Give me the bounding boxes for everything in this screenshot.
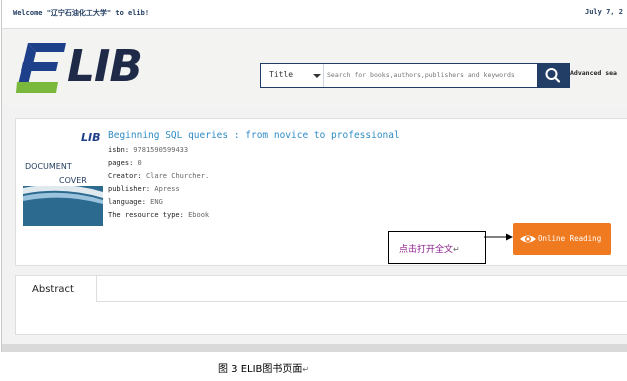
- eye-icon: [520, 235, 536, 243]
- meta-value: Apress: [154, 185, 180, 193]
- header: LIB Title Advanced sea: [2, 29, 627, 107]
- chevron-down-icon: [313, 74, 321, 78]
- search-button[interactable]: [537, 64, 569, 87]
- meta-creator: Creator: Clare Churcher.: [108, 172, 209, 180]
- book-card: LIB DOCUMENT COVER Beginning SQL queries…: [15, 118, 627, 266]
- top-bar: Welcome "辽宁石油化工大学" to elib! July 7, 2: [2, 0, 627, 29]
- meta-label: The resource type:: [108, 211, 184, 219]
- meta-pages: pages: 0: [108, 159, 142, 167]
- tab-divider: [96, 301, 627, 302]
- meta-label: language:: [108, 198, 146, 206]
- search-bar: Title: [260, 63, 570, 88]
- meta-label: Creator:: [108, 172, 142, 180]
- meta-isbn: isbn: 9781590599433: [108, 146, 188, 154]
- callout-label: 点击打开全文: [399, 245, 454, 255]
- welcome-text: Welcome "辽宁石油化工大学" to elib!: [13, 9, 150, 17]
- search-type-label: Title: [269, 70, 294, 79]
- advanced-search-link[interactable]: Advanced sea: [570, 69, 617, 77]
- search-icon: [545, 68, 561, 83]
- book-title-link[interactable]: Beginning SQL queries : from novice to p…: [108, 130, 400, 141]
- meta-value: 9781590599433: [133, 146, 189, 154]
- callout-arrow: [484, 233, 513, 241]
- meta-value: Ebook: [188, 211, 210, 219]
- book-cover-image[interactable]: LIB DOCUMENT COVER: [23, 130, 103, 226]
- caption-text: 图 3 ELIB图书页面: [218, 364, 303, 375]
- figure-caption: 图 3 ELIB图书页面↵: [218, 360, 309, 375]
- browser-page: Welcome "辽宁石油化工大学" to elib! July 7, 2 LI…: [1, 0, 627, 352]
- logo-e-mark: [16, 43, 66, 93]
- meta-publisher: publisher: Apress: [108, 185, 180, 193]
- cover-line-1: DOCUMENT: [25, 162, 72, 171]
- meta-resource-type: The resource type: Ebook: [108, 211, 209, 219]
- online-reading-button[interactable]: Online Reading: [513, 223, 611, 255]
- tab-abstract[interactable]: Abstract: [16, 276, 97, 302]
- logo-text: LIB: [67, 41, 143, 92]
- meta-language: language: ENG: [108, 198, 163, 206]
- meta-value: Clare Churcher.: [145, 172, 210, 180]
- annotation-callout: 点击打开全文↵: [388, 231, 486, 264]
- bottom-scroll-strip: [2, 344, 627, 352]
- meta-value: 0: [137, 159, 142, 167]
- meta-value: ENG: [150, 198, 163, 206]
- search-input[interactable]: [327, 66, 532, 84]
- meta-label: publisher:: [108, 185, 151, 193]
- tab-label: Abstract: [32, 284, 74, 295]
- cover-header: LIB: [23, 130, 103, 146]
- return-mark: ↵: [302, 365, 310, 374]
- return-mark: ↵: [453, 245, 460, 254]
- meta-label: pages:: [108, 159, 134, 167]
- online-reading-label: Online Reading: [538, 234, 602, 243]
- cover-brand: LIB: [81, 131, 101, 144]
- search-type-select[interactable]: Title: [261, 64, 324, 87]
- date-text: July 7, 2: [585, 8, 623, 16]
- cover-title-band: DOCUMENT COVER: [23, 146, 103, 186]
- cover-wave-graphic: [23, 184, 103, 204]
- tabs-panel: Abstract: [15, 275, 627, 335]
- meta-label: isbn:: [108, 146, 130, 154]
- callout-text: 点击打开全文↵: [399, 242, 460, 255]
- elib-logo[interactable]: LIB: [14, 39, 148, 97]
